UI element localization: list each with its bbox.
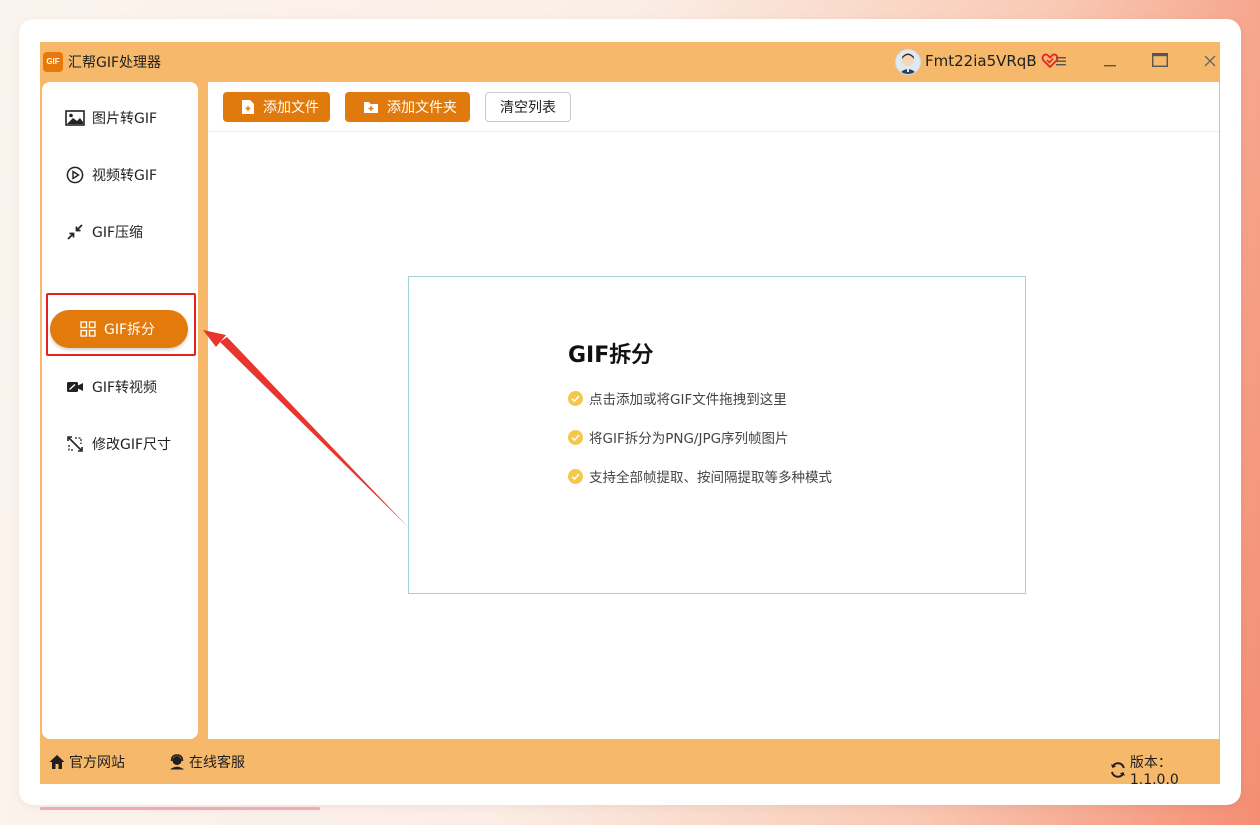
drop-zone-hint: 支持全部帧提取、按间隔提取等多种模式 [568, 466, 832, 486]
sidebar-item-resize-gif[interactable]: 修改GIF尺寸 [42, 424, 198, 464]
official-website-link[interactable]: 官方网站 [48, 752, 125, 772]
sidebar-item-gif-compress[interactable]: GIF压缩 [42, 212, 198, 252]
sidebar-item-label: GIF转视频 [92, 380, 158, 396]
sidebar-item-video-to-gif[interactable]: 视频转GIF [42, 155, 198, 195]
refresh-icon [1110, 762, 1125, 778]
official-website-label: 官方网站 [69, 755, 125, 771]
add-folder-label: 添加文件夹 [387, 100, 457, 116]
main-panel: 添加文件 添加文件夹 清空列表 GIF拆分 点击添加或将GIF文件拖拽到这里 将… [208, 82, 1219, 739]
maximize-button[interactable] [1145, 48, 1175, 76]
online-support-link[interactable]: 在线客服 [168, 752, 245, 772]
app-title: 汇帮GIF处理器 [68, 55, 162, 71]
username[interactable]: Fmt22ia5VRqB [925, 52, 1037, 70]
check-circle-icon [568, 468, 583, 484]
version-info: 版本：1.1.0.0 [1109, 752, 1220, 788]
sidebar: 图片转GIF 视频转GIF GIF压缩 GIF拆分 GIF转视频 修改GIF尺寸 [42, 82, 198, 739]
support-icon [170, 754, 184, 770]
add-folder-button[interactable]: 添加文件夹 [345, 92, 470, 122]
home-icon [49, 755, 65, 769]
app-window: GIF 汇帮GIF处理器 Fmt22ia5VRqB 图片转GIF 视频转GIF … [40, 42, 1220, 788]
folder-add-icon [364, 102, 378, 113]
clear-list-button[interactable]: 清空列表 [485, 92, 571, 122]
drop-zone-hint: 点击添加或将GIF文件拖拽到这里 [568, 388, 787, 408]
image-icon [65, 108, 85, 128]
sidebar-item-label: 视频转GIF [92, 168, 158, 184]
sidebar-item-image-to-gif[interactable]: 图片转GIF [42, 98, 198, 138]
drop-zone-hint: 将GIF拆分为PNG/JPG序列帧图片 [568, 427, 789, 447]
sidebar-item-label: 图片转GIF [92, 111, 158, 127]
version-label: 版本：1.1.0.0 [1129, 755, 1179, 788]
sidebar-item-label: 修改GIF尺寸 [92, 437, 172, 453]
play-icon [65, 165, 85, 185]
status-bar: 官方网站 在线客服 版本：1.1.0.0 [40, 739, 1220, 788]
hint-text: 支持全部帧提取、按间隔提取等多种模式 [589, 470, 832, 486]
clear-list-label: 清空列表 [500, 100, 556, 116]
sidebar-item-label: GIF压缩 [92, 225, 144, 241]
close-button[interactable] [1195, 48, 1225, 76]
title-bar: GIF 汇帮GIF处理器 Fmt22ia5VRqB [40, 42, 1220, 82]
hint-text: 将GIF拆分为PNG/JPG序列帧图片 [589, 431, 789, 447]
file-drop-zone[interactable]: GIF拆分 点击添加或将GIF文件拖拽到这里 将GIF拆分为PNG/JPG序列帧… [408, 276, 1026, 594]
sidebar-item-gif-to-video[interactable]: GIF转视频 [42, 367, 198, 407]
hint-text: 点击添加或将GIF文件拖拽到这里 [589, 392, 787, 408]
app-logo-icon: GIF [43, 52, 63, 72]
add-file-button[interactable]: 添加文件 [223, 92, 330, 122]
online-support-label: 在线客服 [189, 755, 245, 771]
minimize-button[interactable] [1095, 48, 1125, 76]
compress-icon [65, 222, 85, 242]
video-icon [65, 377, 85, 397]
user-avatar[interactable] [895, 49, 921, 75]
highlight-box [46, 293, 196, 356]
drop-zone-title: GIF拆分 [568, 343, 654, 368]
check-circle-icon [568, 429, 583, 445]
file-add-icon [242, 100, 254, 114]
check-circle-icon [568, 390, 583, 406]
scroll-indicator [40, 807, 320, 810]
toolbar: 添加文件 添加文件夹 清空列表 [208, 82, 1219, 132]
add-file-label: 添加文件 [263, 100, 319, 116]
resize-icon [65, 434, 85, 454]
menu-icon[interactable] [1053, 55, 1067, 67]
